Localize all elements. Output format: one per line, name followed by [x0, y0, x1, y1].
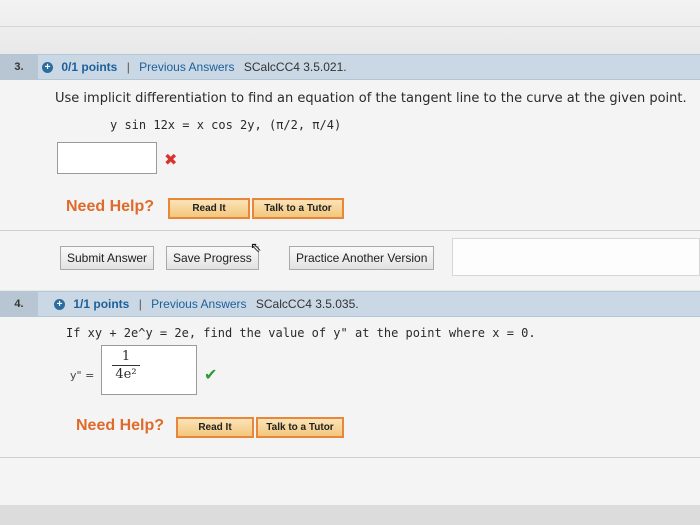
- expand-plus-icon[interactable]: +: [54, 299, 65, 311]
- points-score: 1/1 points: [73, 297, 130, 311]
- question-3-body: Use implicit differentiation to find an …: [0, 80, 700, 290]
- need-help-label: Need Help?: [66, 198, 155, 215]
- mouse-cursor-icon: ⇖: [250, 240, 262, 256]
- separator: |: [126, 60, 130, 74]
- answer-input[interactable]: [57, 142, 157, 174]
- need-help-label: Need Help?: [76, 417, 165, 434]
- practice-another-version-button[interactable]: Practice Another Version: [289, 246, 435, 270]
- problem-code: SCalcCC4 3.5.035.: [255, 297, 359, 311]
- fraction-denominator: 4e²: [115, 367, 137, 382]
- problem-code: SCalcCC4 3.5.021.: [243, 60, 347, 74]
- question-3-header: 3. + 0/1 points | Previous Answers SCalc…: [0, 54, 700, 80]
- question-equation: y sin 12x = x cos 2y, (π/2, π/4): [110, 118, 342, 132]
- fraction-numerator: 1: [112, 349, 140, 366]
- expand-plus-icon[interactable]: +: [42, 62, 53, 74]
- question-number: 4.: [0, 292, 38, 316]
- talk-to-tutor-button[interactable]: Talk to a Tutor: [252, 198, 344, 219]
- question-4-body: If xy + 2e^y = 2e, find the value of y" …: [0, 317, 700, 505]
- previous-answers-link[interactable]: Previous Answers: [151, 297, 246, 311]
- page-bottom-band: [0, 505, 700, 525]
- answer-label: y" =: [70, 369, 95, 382]
- save-progress-button[interactable]: Save Progress: [166, 246, 259, 270]
- read-it-button[interactable]: Read It: [176, 417, 254, 438]
- question-prompt: Use implicit differentiation to find an …: [55, 91, 687, 106]
- talk-to-tutor-button[interactable]: Talk to a Tutor: [256, 417, 344, 438]
- question-4-header: 4. + 1/1 points | Previous Answers SCalc…: [0, 291, 700, 317]
- read-it-button[interactable]: Read It: [168, 198, 250, 219]
- answer-fraction: 1 4e²: [112, 349, 140, 382]
- answer-input[interactable]: 1 4e²: [101, 345, 197, 395]
- divider: [0, 26, 700, 27]
- divider: [0, 457, 700, 458]
- question-prompt: If xy + 2e^y = 2e, find the value of y" …: [66, 326, 536, 340]
- points-score: 0/1 points: [61, 60, 118, 74]
- separator: |: [138, 297, 142, 311]
- previous-answers-link[interactable]: Previous Answers: [139, 60, 234, 74]
- submit-answer-button[interactable]: Submit Answer: [60, 246, 155, 270]
- correct-check-icon: ✔: [204, 365, 218, 384]
- divider: [0, 230, 700, 231]
- side-panel: [452, 238, 700, 276]
- question-number: 3.: [0, 55, 38, 79]
- incorrect-x-icon: ✖: [164, 150, 178, 169]
